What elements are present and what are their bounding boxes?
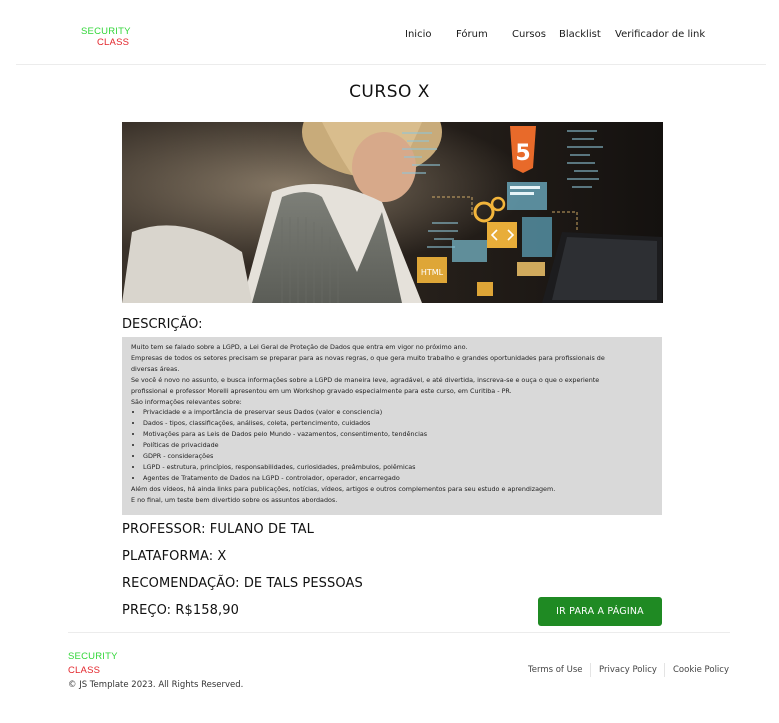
footer-logo[interactable]: SECURITY CLASS xyxy=(68,651,118,676)
platform-label: PLATAFORMA: X xyxy=(122,549,227,564)
price-label: PREÇO: R$158,90 xyxy=(122,603,239,618)
description-paragraph: Empresas de todos os setores precisam se… xyxy=(131,353,605,362)
description-paragraph: Além dos vídeos, há ainda links para pub… xyxy=(131,484,556,493)
copyright-text: © JS Template 2023. All Rights Reserved. xyxy=(68,680,244,690)
description-paragraph: E no final, um teste bem divertido sobre… xyxy=(131,495,338,504)
footer-link-separator xyxy=(664,663,665,677)
description-heading: DESCRIÇÃO: xyxy=(122,317,203,332)
description-paragraph: São informações relevantes sobre: xyxy=(131,397,242,406)
footer-link-separator xyxy=(590,663,591,677)
nav-item-verificador-de-link[interactable]: Verificador de link xyxy=(615,29,705,40)
description-box: Muito tem se falado sobre a LGPD, a Lei … xyxy=(122,337,662,515)
topic-list-item: Dados - tipos, classificações, análises,… xyxy=(143,418,653,429)
nav-item-cursos[interactable]: Cursos xyxy=(512,29,546,40)
description-paragraph: Se você é novo no assunto, e busca infor… xyxy=(131,375,600,384)
professor-label: PROFESSOR: FULANO DE TAL xyxy=(122,522,315,537)
topic-list-item: Agentes de Tratamento de Dados na LGPD -… xyxy=(143,473,653,484)
footer-link-terms-of-use[interactable]: Terms of Use xyxy=(528,665,583,675)
topic-list-item: Privacidade e a importância de preservar… xyxy=(143,407,653,418)
description-paragraph: profissional e professor Morelli apresen… xyxy=(131,386,512,395)
footer-divider xyxy=(68,632,730,633)
footer-logo-class-text: CLASS xyxy=(68,665,101,676)
nav-item-inicio[interactable]: Inicio xyxy=(405,29,431,40)
topic-list-item: Políticas de privacidade xyxy=(143,440,653,451)
recommendation-label: RECOMENDAÇÃO: DE TALS PESSOAS xyxy=(122,576,363,591)
footer-link-privacy-policy[interactable]: Privacy Policy xyxy=(599,665,657,675)
description-paragraph: diversas áreas. xyxy=(131,364,180,373)
footer-link-cookie-policy[interactable]: Cookie Policy xyxy=(673,665,729,675)
topic-list-item: Motivações para as Leis de Dados pelo Mu… xyxy=(143,429,653,440)
go-to-page-button[interactable]: IR PARA A PÁGINA xyxy=(538,597,662,626)
description-topic-list: Privacidade e a importância de preservar… xyxy=(131,407,653,483)
html-tag-glyph: HTML xyxy=(421,268,444,277)
logo-class-text: CLASS xyxy=(97,37,130,48)
header-logo[interactable]: SECURITY CLASS xyxy=(81,26,131,48)
nav-item-forum[interactable]: Fórum xyxy=(456,29,488,40)
course-hero-image: 5 HTML xyxy=(122,122,663,303)
header-divider xyxy=(16,64,766,65)
page-title: CURSO X xyxy=(349,82,430,102)
topic-list-item: GDPR - considerações xyxy=(143,451,653,462)
html5-badge-glyph: 5 xyxy=(515,141,530,166)
footer-logo-security-text: SECURITY xyxy=(68,651,118,662)
description-paragraph: Muito tem se falado sobre a LGPD, a Lei … xyxy=(131,343,468,351)
nav-item-blacklist[interactable]: Blacklist xyxy=(559,29,601,40)
logo-security-text: SECURITY xyxy=(81,26,131,37)
topic-list-item: LGPD - estrutura, princípios, responsabi… xyxy=(143,462,653,473)
